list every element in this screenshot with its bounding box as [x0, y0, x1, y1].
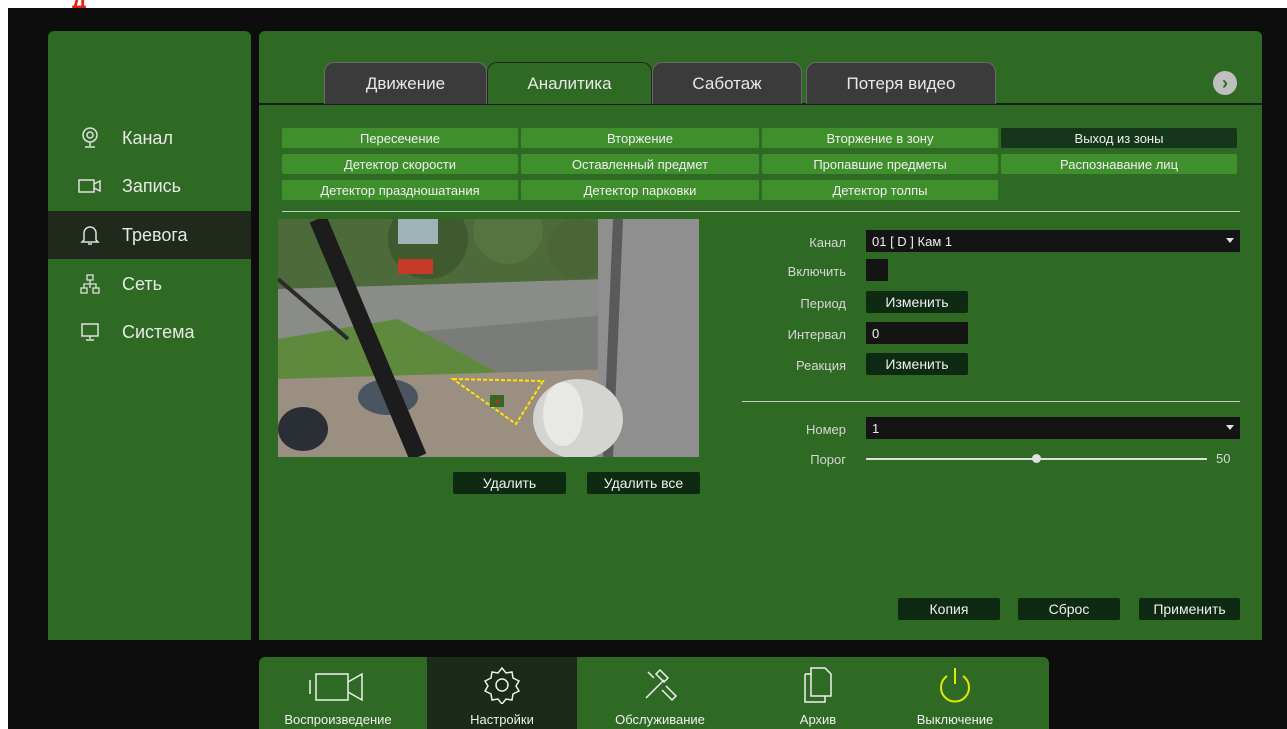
sidebar-item-label: Тревога	[122, 224, 188, 245]
bell-icon	[76, 224, 104, 246]
analytics-parking[interactable]: Детектор парковки	[521, 180, 759, 200]
delete-button[interactable]: Удалить	[453, 472, 566, 494]
dock-label: Настройки	[470, 712, 534, 727]
divider	[742, 401, 1240, 402]
copy-button[interactable]: Копия	[898, 598, 1000, 620]
analytics-speed-detector[interactable]: Детектор скорости	[282, 154, 518, 174]
divider	[282, 211, 1240, 212]
sidebar-item-channel[interactable]: Канал	[48, 114, 251, 162]
reset-button[interactable]: Сброс	[1018, 598, 1120, 620]
interval-label: Интервал	[787, 327, 846, 342]
dock-settings[interactable]: Настройки	[427, 657, 577, 729]
power-icon	[940, 668, 970, 703]
chevron-right-icon: ›	[1222, 72, 1228, 93]
chevron-down-icon	[1226, 425, 1234, 430]
dock-label: Воспроизведение	[284, 712, 392, 727]
video-camera-icon	[76, 175, 104, 197]
analytics-face-recognition[interactable]: Распознавание лиц	[1001, 154, 1237, 174]
dock-archive[interactable]: Архив	[743, 657, 893, 729]
network-icon	[76, 273, 104, 295]
gear-icon	[483, 666, 521, 704]
channel-label: Канал	[809, 235, 846, 250]
enable-checkbox[interactable]	[866, 259, 888, 281]
sidebar-item-record[interactable]: Запись	[48, 162, 251, 210]
channel-value: 01 [ D ] Кам 1	[872, 233, 953, 249]
analytics-crowd[interactable]: Детектор толпы	[762, 180, 998, 200]
period-label: Период	[800, 296, 846, 311]
sidebar-item-alarm[interactable]: Тревога	[48, 211, 251, 259]
threshold-value: 50	[1216, 451, 1231, 466]
analytics-intrusion[interactable]: Вторжение	[521, 128, 759, 148]
sidebar-item-label: Система	[122, 321, 195, 342]
number-select[interactable]: 1	[866, 417, 1240, 439]
tab-label: Аналитика	[527, 73, 612, 93]
camera-preview[interactable]	[278, 219, 699, 457]
analytics-missing-objects[interactable]: Пропавшие предметы	[762, 154, 998, 174]
analytics-loitering[interactable]: Детектор праздношатания	[282, 180, 518, 200]
dock-label: Выключение	[916, 712, 994, 727]
chevron-down-icon	[1226, 238, 1234, 243]
analytics-zone-exit[interactable]: Выход из зоны	[1001, 128, 1237, 148]
tab-tampering[interactable]: Саботаж	[652, 62, 802, 104]
apply-button[interactable]: Применить	[1139, 598, 1240, 620]
interval-input[interactable]: 0	[866, 322, 968, 344]
enable-label: Включить	[787, 264, 846, 279]
tab-label: Саботаж	[692, 73, 762, 93]
corner-mark: Д	[72, 0, 98, 8]
tab-analytics[interactable]: Аналитика	[487, 62, 652, 104]
reaction-edit-button[interactable]: Изменить	[866, 353, 968, 375]
top-strip	[0, 0, 1287, 8]
files-icon	[804, 667, 832, 703]
analytics-zone-intrusion[interactable]: Вторжение в зону	[762, 128, 998, 148]
dock-shutdown[interactable]: Выключение	[880, 657, 1030, 729]
number-value: 1	[872, 420, 880, 436]
tab-label: Потеря видео	[846, 73, 956, 93]
sidebar-item-label: Сеть	[122, 273, 163, 294]
sidebar-item-system[interactable]: Система	[48, 308, 251, 356]
tab-video-loss[interactable]: Потеря видео	[806, 62, 996, 104]
dock-label: Обслуживание	[615, 712, 705, 727]
analytics-crossing[interactable]: Пересечение	[282, 128, 518, 148]
analytics-abandoned-object[interactable]: Оставленный предмет	[521, 154, 759, 174]
channel-select[interactable]: 01 [ D ] Кам 1	[866, 230, 1240, 252]
tools-icon	[645, 668, 678, 702]
video-camera-icon	[309, 672, 363, 702]
dock-playback[interactable]: Воспроизведение	[259, 657, 417, 729]
sidebar-item-label: Канал	[122, 127, 173, 148]
threshold-label: Порог	[810, 452, 846, 467]
sidebar-item-label: Запись	[122, 175, 182, 196]
sidebar-item-network[interactable]: Сеть	[48, 260, 251, 308]
delete-all-button[interactable]: Удалить все	[587, 472, 700, 494]
tab-motion[interactable]: Движение	[324, 62, 487, 104]
webcam-icon	[76, 127, 104, 149]
interval-value: 0	[872, 325, 880, 341]
monitor-icon	[76, 321, 104, 343]
tab-label: Движение	[365, 73, 446, 93]
dock-label: Архив	[799, 712, 837, 727]
sidebar: Канал Запись Тревога Сеть Система	[48, 31, 251, 640]
reaction-label: Реакция	[796, 358, 846, 373]
next-page-button[interactable]: ›	[1213, 71, 1237, 95]
dock-maintenance[interactable]: Обслуживание	[585, 657, 735, 729]
number-label: Номер	[805, 422, 846, 437]
threshold-slider-handle[interactable]	[1032, 454, 1041, 463]
period-edit-button[interactable]: Изменить	[866, 291, 968, 313]
